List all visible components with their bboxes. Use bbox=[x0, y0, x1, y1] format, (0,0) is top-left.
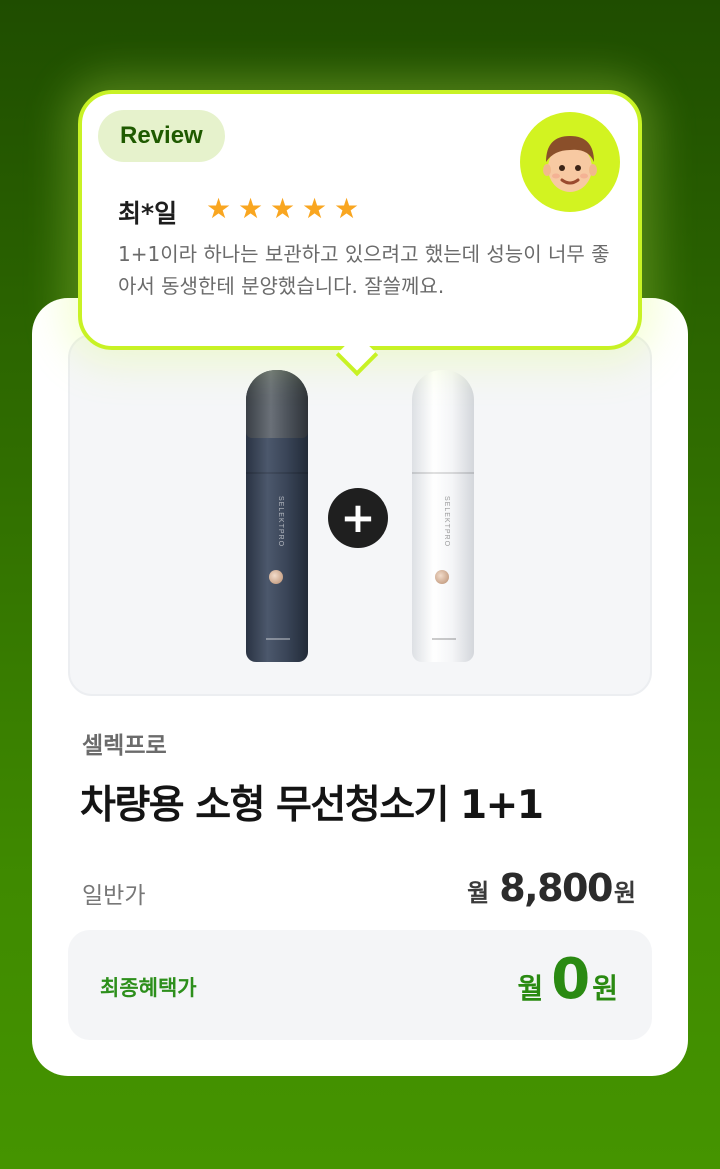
regular-price-label: 일반가 bbox=[82, 883, 146, 909]
rating-stars: ★ ★ ★ ★ ★ bbox=[206, 192, 360, 225]
final-price-label: 최종혜택가 bbox=[100, 976, 197, 1000]
star-icon: ★ bbox=[238, 192, 264, 225]
regular-price-suffix: 원 bbox=[613, 879, 636, 907]
product-brand: 셀렉프로 bbox=[82, 733, 167, 759]
regular-price-prefix: 월 bbox=[467, 879, 490, 907]
user-avatar-icon bbox=[520, 112, 620, 212]
device-brand-label: SELEKTPRO bbox=[443, 496, 450, 548]
product-title: 차량용 소형 무선청소기 1+1 bbox=[80, 783, 544, 828]
navy-vacuum-icon: SELEKTPRO bbox=[246, 370, 308, 662]
device-brand-label: SELEKTPRO bbox=[277, 496, 284, 548]
plus-icon: + bbox=[328, 488, 388, 548]
final-price-prefix: 월 bbox=[517, 972, 544, 1005]
product-card[interactable]: SELEKTPRO + SELEKTPRO 셀렉프로 차량용 소형 무선청소기 … bbox=[32, 298, 688, 1076]
reviewer-name: 최*일 bbox=[118, 199, 178, 228]
final-price-suffix: 원 bbox=[592, 972, 618, 1005]
white-vacuum-icon: SELEKTPRO bbox=[412, 370, 474, 662]
star-icon: ★ bbox=[206, 192, 232, 225]
review-bubble: Review 최*일 ★ ★ ★ ★ ★ 1+1이라 하나는 보관하고 있으려고… bbox=[78, 90, 642, 377]
final-price-value: 0 bbox=[551, 947, 591, 1012]
star-icon: ★ bbox=[334, 192, 360, 225]
regular-price-value: 8,800 bbox=[499, 866, 613, 910]
star-icon: ★ bbox=[302, 192, 328, 225]
review-text: 1+1이라 하나는 보관하고 있으려고 했는데 성능이 너무 좋아서 동생한테 … bbox=[118, 242, 610, 298]
review-badge: Review bbox=[98, 110, 225, 162]
star-icon: ★ bbox=[270, 192, 296, 225]
final-price: 월 0 원 bbox=[518, 952, 619, 1008]
product-image: SELEKTPRO + SELEKTPRO bbox=[68, 334, 652, 696]
regular-price: 월 8,800 원 bbox=[467, 866, 636, 910]
final-price-box: 최종혜택가 월 0 원 bbox=[68, 930, 652, 1040]
